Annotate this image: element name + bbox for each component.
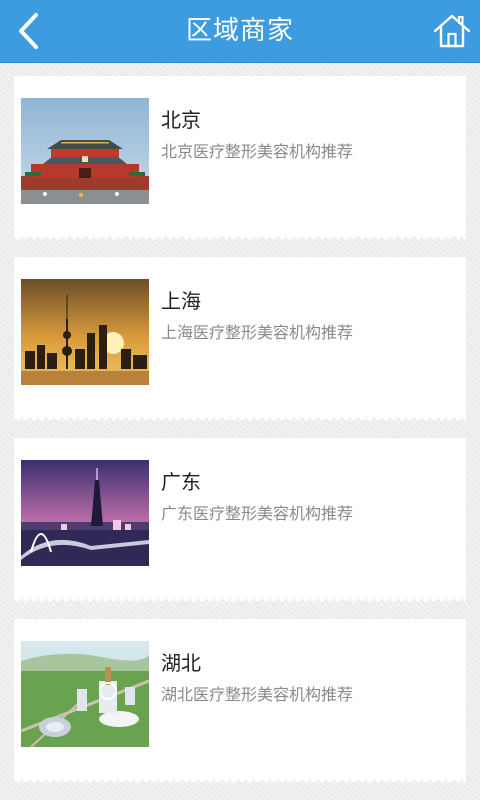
- region-name: 北京: [161, 108, 201, 132]
- region-name: 湖北: [161, 651, 201, 675]
- region-name: 广东: [161, 470, 201, 494]
- region-image-shanghai: [21, 279, 149, 385]
- region-card-hubei[interactable]: 湖北 湖北医疗整形美容机构推荐: [14, 619, 466, 785]
- region-name: 上海: [161, 289, 201, 313]
- home-icon: [433, 14, 471, 48]
- region-card-guangdong[interactable]: 广东 广东医疗整形美容机构推荐: [14, 438, 466, 604]
- app-header: 区域商家: [0, 0, 480, 63]
- region-image-beijing: [21, 98, 149, 204]
- region-card-beijing[interactable]: 北京 北京医疗整形美容机构推荐: [14, 76, 466, 242]
- region-card-shanghai[interactable]: 上海 上海医疗整形美容机构推荐: [14, 257, 466, 423]
- region-description: 广东医疗整形美容机构推荐: [161, 504, 354, 523]
- page-title: 区域商家: [185, 16, 294, 46]
- region-description: 北京医疗整形美容机构推荐: [161, 142, 354, 161]
- region-description: 上海医疗整形美容机构推荐: [161, 323, 354, 342]
- region-image-hubei: [21, 641, 149, 747]
- home-button[interactable]: [432, 10, 472, 52]
- region-description: 湖北医疗整形美容机构推荐: [161, 685, 354, 704]
- region-image-guangdong: [21, 460, 149, 566]
